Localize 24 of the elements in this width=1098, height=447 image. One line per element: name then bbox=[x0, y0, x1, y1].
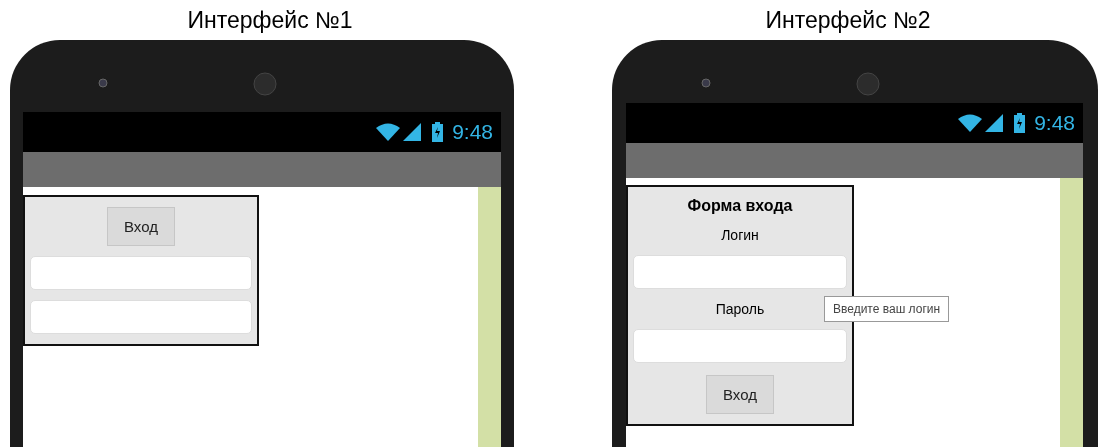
status-time: 9:48 bbox=[1034, 111, 1075, 135]
input-field[interactable] bbox=[633, 255, 847, 289]
tooltip: Введите ваш логин bbox=[824, 296, 950, 322]
signal-icon bbox=[985, 114, 1004, 132]
status-time: 9:48 bbox=[452, 120, 493, 144]
signal-icon bbox=[403, 123, 422, 141]
figure-caption: Интерфейс №2 bbox=[764, 6, 932, 35]
figure-caption: Интерфейс №1 bbox=[186, 6, 354, 35]
speaker-icon bbox=[856, 72, 880, 96]
speaker-icon bbox=[253, 72, 277, 96]
field-label: Логин bbox=[721, 227, 759, 243]
wifi-icon bbox=[376, 123, 401, 141]
input-field[interactable] bbox=[30, 300, 252, 334]
battery-icon bbox=[1014, 113, 1026, 133]
wifi-icon bbox=[958, 114, 983, 132]
login-button[interactable]: Вход bbox=[706, 375, 774, 414]
camera-icon bbox=[98, 78, 108, 88]
input-field[interactable] bbox=[633, 329, 847, 363]
login-button[interactable]: Вход bbox=[107, 207, 175, 246]
camera-icon bbox=[701, 78, 711, 88]
form-title: Форма входа bbox=[687, 197, 793, 215]
input-field[interactable] bbox=[30, 256, 252, 290]
field-label: Пароль bbox=[715, 301, 765, 317]
battery-icon bbox=[432, 122, 444, 142]
